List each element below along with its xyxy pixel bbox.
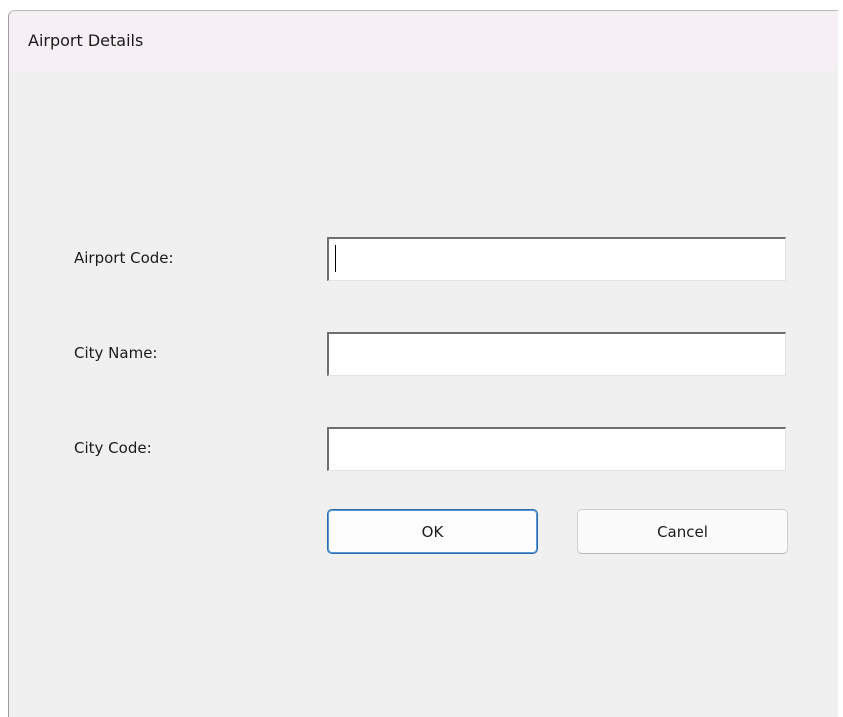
background-left-edge [0, 0, 8, 717]
cancel-button[interactable]: Cancel [577, 509, 788, 554]
background-strip [0, 0, 843, 10]
cancel-button-label: Cancel [657, 522, 708, 541]
airport-code-label: Airport Code: [74, 249, 174, 267]
airport-code-field[interactable] [327, 237, 786, 281]
dialog-titlebar[interactable]: Airport Details [9, 11, 838, 71]
text-caret [335, 245, 336, 272]
city-name-label: City Name: [74, 344, 158, 362]
city-code-label: City Code: [74, 439, 152, 457]
ok-button[interactable]: OK [327, 509, 538, 554]
airport-details-dialog: Airport Details Airport Code: City Name:… [8, 10, 838, 717]
ok-button-label: OK [421, 522, 444, 541]
dialog-title: Airport Details [28, 31, 144, 50]
background-right-edge [838, 0, 843, 717]
city-code-field[interactable] [327, 427, 786, 471]
city-name-field[interactable] [327, 332, 786, 376]
